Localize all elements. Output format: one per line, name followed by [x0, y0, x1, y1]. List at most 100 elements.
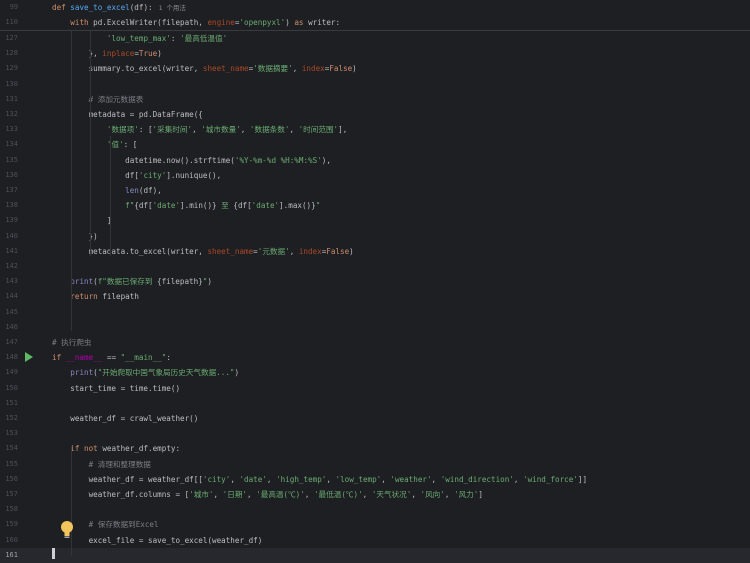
code-line[interactable]: 141 metadata.to_excel(writer, sheet_name…	[0, 244, 750, 259]
line-number[interactable]: 138	[0, 198, 18, 213]
code-line[interactable]: 133 '数据项': ['采集时间', '城市数量', '数据条数', '时间范…	[0, 122, 750, 137]
line-number[interactable]: 143	[0, 274, 18, 289]
code-line[interactable]: 134 '值': [	[0, 137, 750, 152]
line-number[interactable]: 99	[0, 0, 18, 15]
code-text[interactable]: f"{df['date'].min()} 至 {df['date'].max()…	[52, 198, 320, 213]
code-line[interactable]: 155 # 清理和整理数据	[0, 457, 750, 472]
code-text[interactable]: df['city'].nunique(),	[52, 168, 221, 183]
code-line[interactable]: 144 return filepath	[0, 289, 750, 304]
line-number[interactable]: 142	[0, 259, 18, 274]
line-number[interactable]: 135	[0, 153, 18, 168]
line-number[interactable]: 154	[0, 441, 18, 456]
line-number[interactable]: 155	[0, 457, 18, 472]
code-line[interactable]: 143 print(f"数据已保存到 {filepath}")	[0, 274, 750, 289]
code-text[interactable]: datetime.now().strftime('%Y-%m-%d %H:%M:…	[52, 153, 331, 168]
code-line[interactable]: 140 })	[0, 229, 750, 244]
code-line[interactable]: 156 weather_df = weather_df[['city', 'da…	[0, 472, 750, 487]
code-text[interactable]: 'low_temp_max': '最高低温值'	[52, 31, 227, 46]
line-number[interactable]: 110	[0, 15, 18, 30]
code-text[interactable]: ]	[52, 213, 112, 228]
code-text[interactable]: return filepath	[52, 289, 139, 304]
line-number[interactable]: 128	[0, 46, 18, 61]
code-text[interactable]: print("开始爬取中国气象局历史天气数据...")	[52, 365, 239, 380]
line-number[interactable]: 149	[0, 365, 18, 380]
code-text[interactable]: excel_file = save_to_excel(weather_df)	[52, 533, 263, 548]
line-number[interactable]: 158	[0, 502, 18, 517]
code-line[interactable]: 160 excel_file = save_to_excel(weather_d…	[0, 533, 750, 548]
code-text[interactable]: metadata.to_excel(writer, sheet_name='元数…	[52, 244, 354, 259]
code-text[interactable]: start_time = time.time()	[52, 381, 180, 396]
code-line[interactable]: 130	[0, 77, 750, 92]
line-number[interactable]: 156	[0, 472, 18, 487]
code-line[interactable]: 154 if not weather_df.empty:	[0, 441, 750, 456]
line-number[interactable]: 141	[0, 244, 18, 259]
code-line[interactable]: 110 with pd.ExcelWriter(filepath, engine…	[0, 15, 750, 30]
line-number[interactable]: 133	[0, 122, 18, 137]
code-line[interactable]: 139 ]	[0, 213, 750, 228]
code-line[interactable]: 138 f"{df['date'].min()} 至 {df['date'].m…	[0, 198, 750, 213]
line-number[interactable]: 139	[0, 213, 18, 228]
code-line[interactable]: 136 df['city'].nunique(),	[0, 168, 750, 183]
code-text[interactable]: weather_df.columns = ['城市', '日期', '最高温(℃…	[52, 487, 483, 502]
line-number[interactable]: 161	[0, 548, 18, 563]
line-number[interactable]: 134	[0, 137, 18, 152]
code-text[interactable]: with pd.ExcelWriter(filepath, engine='op…	[52, 15, 340, 30]
line-number[interactable]: 140	[0, 229, 18, 244]
sticky-scroll-header[interactable]: 99 def save_to_excel(df): 1 个用法 110 with pd…	[0, 0, 750, 31]
code-text[interactable]: print(f"数据已保存到 {filepath}")	[52, 274, 212, 289]
code-line[interactable]: 132 metadata = pd.DataFrame({	[0, 107, 750, 122]
code-line[interactable]: 137 len(df),	[0, 183, 750, 198]
code-text[interactable]: # 执行爬虫	[52, 335, 92, 350]
line-number[interactable]: 132	[0, 107, 18, 122]
code-text[interactable]: len(df),	[52, 183, 162, 198]
line-number[interactable]: 145	[0, 305, 18, 320]
line-number[interactable]: 127	[0, 31, 18, 46]
line-number[interactable]: 148	[0, 350, 18, 365]
code-text[interactable]: summary.to_excel(writer, sheet_name='数据摘…	[52, 61, 357, 76]
line-number[interactable]: 130	[0, 77, 18, 92]
code-line[interactable]: 150 start_time = time.time()	[0, 381, 750, 396]
code-line[interactable]: 131 # 添加元数据表	[0, 92, 750, 107]
code-text[interactable]: # 清理和整理数据	[52, 457, 151, 472]
code-text[interactable]: metadata = pd.DataFrame({	[52, 107, 203, 122]
line-number[interactable]: 159	[0, 517, 18, 532]
code-line[interactable]: 149 print("开始爬取中国气象局历史天气数据...")	[0, 365, 750, 380]
line-number[interactable]: 150	[0, 381, 18, 396]
code-text[interactable]: # 添加元数据表	[52, 92, 144, 107]
line-number[interactable]: 137	[0, 183, 18, 198]
line-number[interactable]: 157	[0, 487, 18, 502]
code-text[interactable]: }, inplace=True)	[52, 46, 162, 61]
code-text[interactable]: weather_df = weather_df[['city', 'date',…	[52, 472, 587, 487]
line-number[interactable]: 144	[0, 289, 18, 304]
line-number[interactable]: 160	[0, 533, 18, 548]
code-line[interactable]: 153	[0, 426, 750, 441]
lightbulb-icon[interactable]	[60, 520, 74, 540]
line-number[interactable]: 131	[0, 92, 18, 107]
code-text[interactable]: def save_to_excel(df): 1 个用法	[52, 0, 186, 16]
line-number[interactable]: 136	[0, 168, 18, 183]
code-line[interactable]: 129 summary.to_excel(writer, sheet_name=…	[0, 61, 750, 76]
code-text[interactable]: '值': [	[52, 137, 137, 152]
code-line[interactable]: 135 datetime.now().strftime('%Y-%m-%d %H…	[0, 153, 750, 168]
code-line[interactable]: 128 }, inplace=True)	[0, 46, 750, 61]
code-line[interactable]: 146	[0, 320, 750, 335]
code-line[interactable]: 157 weather_df.columns = ['城市', '日期', '最…	[0, 487, 750, 502]
code-line[interactable]: 99 def save_to_excel(df): 1 个用法	[0, 0, 750, 15]
line-number[interactable]: 152	[0, 411, 18, 426]
code-text[interactable]: '数据项': ['采集时间', '城市数量', '数据条数', '时间范围'],	[52, 122, 347, 137]
code-line[interactable]: 159 # 保存数据到Excel	[0, 517, 750, 532]
code-line[interactable]: 152 weather_df = crawl_weather()	[0, 411, 750, 426]
run-gutter-icon[interactable]	[25, 352, 33, 363]
line-number[interactable]: 147	[0, 335, 18, 350]
code-line[interactable]: 127 'low_temp_max': '最高低温值'	[0, 31, 750, 46]
line-number[interactable]: 151	[0, 396, 18, 411]
code-line[interactable]: 148 if __name__ == "__main__":	[0, 350, 750, 365]
line-number[interactable]: 153	[0, 426, 18, 441]
code-line[interactable]: 147 # 执行爬虫	[0, 335, 750, 350]
usage-hint[interactable]: 1 个用法	[159, 4, 186, 12]
code-line[interactable]: 161	[0, 547, 750, 563]
line-number[interactable]: 129	[0, 61, 18, 76]
code-text[interactable]: if __name__ == "__main__":	[52, 350, 171, 365]
code-line[interactable]: 145	[0, 305, 750, 320]
line-number[interactable]: 146	[0, 320, 18, 335]
